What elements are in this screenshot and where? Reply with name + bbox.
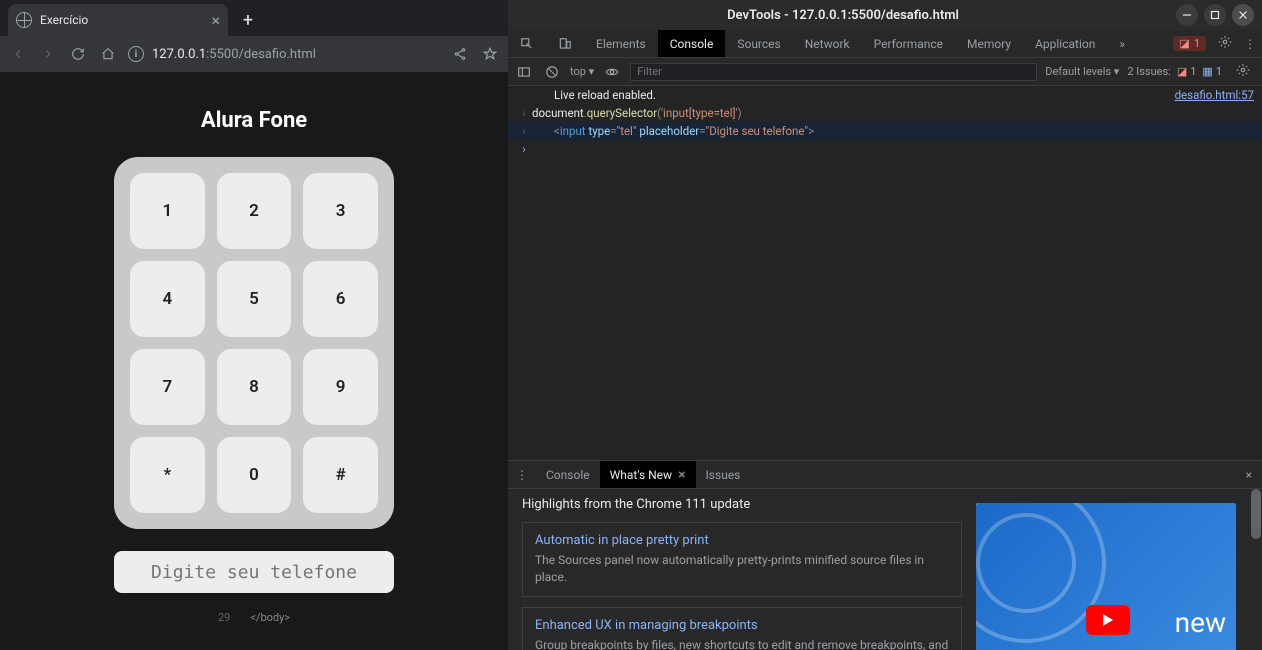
drawer-tab-console[interactable]: Console	[536, 461, 600, 488]
globe-icon	[16, 12, 32, 28]
whats-new-content[interactable]: Highlights from the Chrome 111 update Au…	[508, 489, 976, 650]
tab-sources[interactable]: Sources	[725, 30, 792, 57]
key-5[interactable]: 5	[217, 261, 292, 337]
highlight-card[interactable]: Automatic in place pretty print The Sour…	[522, 522, 962, 597]
close-tab-icon[interactable]: ×	[211, 11, 220, 30]
card-body: Group breakpoints by files, new shortcut…	[535, 637, 949, 650]
log-source-link[interactable]: desafio.html:57	[1165, 88, 1254, 102]
key-4[interactable]: 4	[130, 261, 205, 337]
tab-elements[interactable]: Elements	[584, 30, 658, 57]
tab-application[interactable]: Application	[1023, 30, 1107, 57]
menu-icon[interactable]: ⋮	[1244, 37, 1256, 51]
browser-tab[interactable]: Exercício ×	[8, 4, 228, 36]
issues-label: 2 Issues:	[1127, 65, 1171, 78]
context-selector[interactable]: top ▾	[570, 65, 594, 78]
drawer-tab-whatsnew[interactable]: What's New×	[600, 461, 696, 488]
key-hash[interactable]: #	[303, 437, 378, 513]
console-settings-icon[interactable]	[1236, 63, 1250, 80]
scrollbar[interactable]	[1250, 489, 1262, 650]
key-8[interactable]: 8	[217, 349, 292, 425]
result-html: <input type="tel" placeholder="Digite se…	[532, 124, 814, 138]
issue-info-icon: ▦ 1	[1202, 65, 1222, 78]
thumb-label: new	[1175, 606, 1226, 639]
keypad: 1 2 3 4 5 6 7 8 9 * 0 #	[114, 157, 394, 529]
drawer-menu-icon[interactable]: ⋮	[508, 461, 536, 488]
key-1[interactable]: 1	[130, 173, 205, 249]
devtools-window: DevTools - 127.0.0.1:5500/desafio.html E…	[508, 0, 1262, 650]
settings-icon[interactable]	[1218, 35, 1232, 52]
card-title: Automatic in place pretty print	[535, 533, 949, 548]
sidebar-toggle-icon[interactable]	[514, 62, 534, 82]
device-icon[interactable]	[546, 30, 584, 57]
devtools-tabs: Elements Console Sources Network Perform…	[508, 30, 1262, 58]
drawer-body: Highlights from the Chrome 111 update Au…	[508, 489, 1262, 650]
tab-strip: Exercício × +	[0, 0, 508, 36]
console-input-text: document.querySelector('input[type=tel]'…	[532, 106, 742, 120]
page-title: Alura Fone	[201, 108, 307, 133]
key-6[interactable]: 6	[303, 261, 378, 337]
new-tab-button[interactable]: +	[234, 6, 262, 34]
clear-console-icon[interactable]	[542, 62, 562, 82]
prompt-row[interactable]: ›	[508, 140, 1262, 158]
more-tabs-icon[interactable]: »	[1107, 30, 1137, 57]
key-0[interactable]: 0	[217, 437, 292, 513]
back-button	[8, 44, 28, 64]
close-window-button[interactable]	[1232, 4, 1254, 26]
home-button[interactable]	[98, 44, 118, 64]
key-2[interactable]: 2	[217, 173, 292, 249]
bookmark-icon[interactable]	[480, 44, 500, 64]
window-title: DevTools - 127.0.0.1:5500/desafio.html	[516, 8, 1170, 23]
tab-memory[interactable]: Memory	[955, 30, 1023, 57]
share-icon[interactable]	[450, 44, 470, 64]
log-row: Live reload enabled. desafio.html:57	[508, 86, 1262, 104]
site-info-icon[interactable]: i	[128, 46, 144, 62]
page-content: Alura Fone 1 2 3 4 5 6 7 8 9 * 0 # 29 </…	[0, 72, 508, 650]
drawer-tabs: ⋮ Console What's New× Issues ×	[508, 461, 1262, 489]
card-title: Enhanced UX in managing breakpoints	[535, 618, 949, 633]
levels-selector[interactable]: Default levels ▾	[1045, 65, 1119, 78]
url-path: :5500/desafio.html	[206, 47, 316, 62]
browser-toolbar: i 127.0.0.1:5500/desafio.html	[0, 36, 508, 72]
input-row: › document.querySelector('input[type=tel…	[508, 104, 1262, 122]
line-text: </body>	[250, 611, 290, 624]
inspect-icon[interactable]	[508, 30, 546, 57]
log-message: Live reload enabled.	[532, 88, 656, 102]
tab-title: Exercício	[40, 13, 88, 27]
video-thumbnail[interactable]: new	[976, 503, 1236, 650]
error-badge[interactable]: ◪ 1	[1173, 36, 1206, 51]
source-peek: 29 </body>	[218, 611, 290, 624]
whats-new-heading: Highlights from the Chrome 111 update	[522, 497, 962, 512]
card-body: The Sources panel now automatically pret…	[535, 552, 949, 586]
line-number: 29	[218, 611, 230, 624]
address-bar[interactable]: i 127.0.0.1:5500/desafio.html	[128, 46, 440, 62]
key-7[interactable]: 7	[130, 349, 205, 425]
filter-input[interactable]	[630, 63, 1037, 81]
reload-button[interactable]	[68, 44, 88, 64]
live-expression-icon[interactable]	[602, 62, 622, 82]
browser-window: Exercício × + i 127.0.0.1:5500/desafio.h…	[0, 0, 508, 650]
issues-counter[interactable]: 2 Issues: ◪ 1 ▦ 1	[1127, 65, 1222, 78]
console-output[interactable]: Live reload enabled. desafio.html:57 › d…	[508, 86, 1262, 460]
tab-console[interactable]: Console	[658, 30, 726, 57]
phone-input[interactable]	[114, 551, 394, 593]
forward-button	[38, 44, 58, 64]
highlight-card[interactable]: Enhanced UX in managing breakpoints Grou…	[522, 607, 962, 650]
url-host: 127.0.0.1	[152, 47, 206, 62]
tab-network[interactable]: Network	[793, 30, 862, 57]
result-row[interactable]: ‹ <input type="tel" placeholder="Digite …	[508, 122, 1262, 140]
maximize-button[interactable]	[1204, 4, 1226, 26]
play-icon[interactable]	[1086, 605, 1130, 635]
devtools-drawer: ⋮ Console What's New× Issues × Highlight…	[508, 460, 1262, 650]
console-toolbar: top ▾ Default levels ▾ 2 Issues: ◪ 1 ▦ 1	[508, 58, 1262, 86]
devtools-titlebar: DevTools - 127.0.0.1:5500/desafio.html	[508, 0, 1262, 30]
drawer-tab-issues[interactable]: Issues	[696, 461, 751, 488]
key-3[interactable]: 3	[303, 173, 378, 249]
issue-error-icon: ◪ 1	[1177, 65, 1197, 78]
minimize-button[interactable]	[1176, 4, 1198, 26]
key-9[interactable]: 9	[303, 349, 378, 425]
key-star[interactable]: *	[130, 437, 205, 513]
close-tab-icon[interactable]: ×	[678, 467, 685, 483]
drawer-close-icon[interactable]: ×	[1236, 461, 1262, 488]
tab-performance[interactable]: Performance	[862, 30, 955, 57]
